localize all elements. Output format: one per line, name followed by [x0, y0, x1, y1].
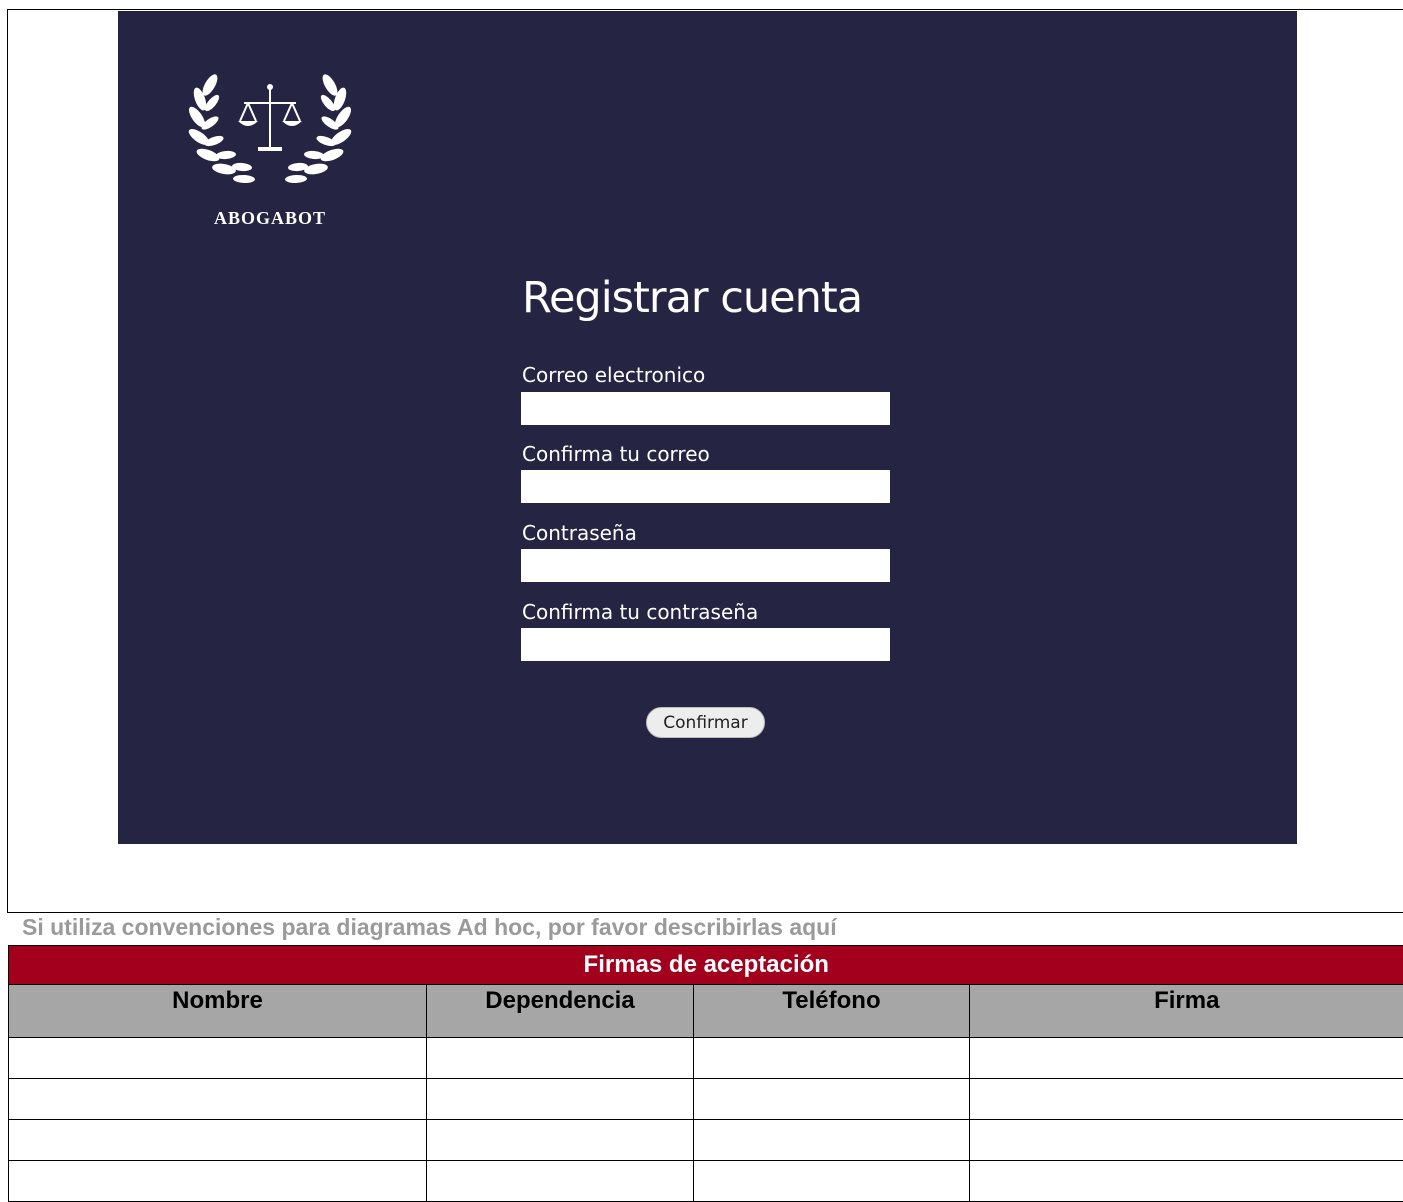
conventions-note: Si utiliza convenciones para diagramas A…	[22, 914, 837, 941]
table-cell[interactable]	[9, 1079, 427, 1120]
password-label: Contraseña	[522, 521, 637, 545]
table-cell[interactable]	[427, 1161, 694, 1202]
column-header-firma: Firma	[970, 985, 1403, 1038]
email-label: Correo electronico	[522, 363, 705, 387]
column-header-dependencia: Dependencia	[427, 985, 694, 1038]
confirm-email-label: Confirma tu correo	[522, 442, 710, 466]
signatures-table: Firmas de aceptación Nombre Dependencia …	[8, 945, 1403, 1202]
table-cell[interactable]	[9, 1120, 427, 1161]
table-cell[interactable]	[694, 1038, 970, 1079]
table-cell[interactable]	[694, 1079, 970, 1120]
register-screen-mockup: ABOGABOT Registrar cuenta Correo electro…	[118, 11, 1297, 844]
confirm-button[interactable]: Confirmar	[646, 707, 765, 738]
table-cell[interactable]	[427, 1120, 694, 1161]
email-field[interactable]	[521, 392, 890, 425]
table-cell[interactable]	[427, 1079, 694, 1120]
table-row	[9, 1038, 1403, 1079]
confirm-password-label: Confirma tu contraseña	[522, 600, 758, 624]
password-field[interactable]	[521, 549, 890, 582]
column-header-nombre: Nombre	[9, 985, 427, 1038]
table-cell[interactable]	[9, 1038, 427, 1079]
scales-of-justice-laurel-icon	[188, 63, 352, 193]
table-cell[interactable]	[9, 1161, 427, 1202]
brand-name: ABOGABOT	[188, 208, 352, 229]
page-title: Registrar cuenta	[522, 273, 862, 323]
confirm-password-field[interactable]	[521, 628, 890, 661]
table-cell[interactable]	[694, 1161, 970, 1202]
table-row	[9, 1079, 1403, 1120]
table-cell[interactable]	[970, 1079, 1403, 1120]
table-cell[interactable]	[970, 1038, 1403, 1079]
column-header-telefono: Teléfono	[694, 985, 970, 1038]
signatures-title: Firmas de aceptación	[9, 946, 1403, 985]
confirm-email-field[interactable]	[521, 470, 890, 503]
table-cell[interactable]	[427, 1038, 694, 1079]
table-cell[interactable]	[694, 1120, 970, 1161]
table-row	[9, 1161, 1403, 1202]
table-row	[9, 1120, 1403, 1161]
table-cell[interactable]	[970, 1120, 1403, 1161]
abogabot-logo: ABOGABOT	[188, 63, 352, 245]
table-cell[interactable]	[970, 1161, 1403, 1202]
